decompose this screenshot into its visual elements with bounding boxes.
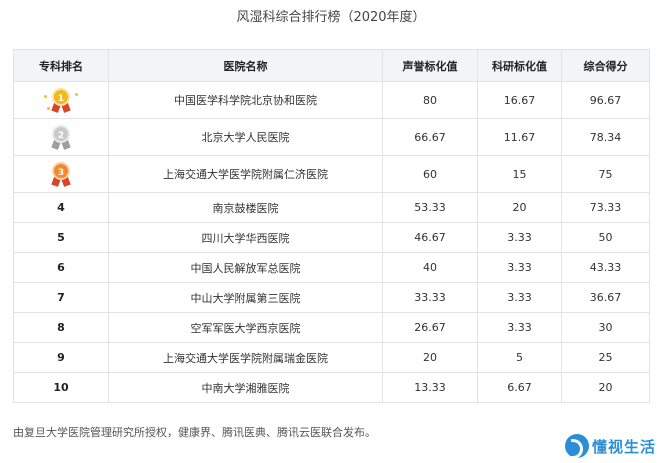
total-score: 30 <box>561 312 650 343</box>
hospital-name: 南京鼓楼医院 <box>108 192 383 223</box>
hospital-name: 中国人民解放军总医院 <box>108 252 383 283</box>
table-row: 5 四川大学华西医院 46.67 3.33 50 <box>13 222 650 253</box>
page-title: 风湿科综合排行榜（2020年度） <box>236 10 426 25</box>
total-score: 96.67 <box>561 81 650 119</box>
rank-cell: 2 <box>13 118 109 156</box>
research-value: 16.67 <box>477 81 562 119</box>
total-score: 20 <box>561 372 650 403</box>
research-value: 5 <box>477 342 562 373</box>
gold-medal-icon: 1 <box>44 87 78 113</box>
hospital-name: 上海交通大学医学院附属仁济医院 <box>108 155 383 193</box>
rank-cell: 1 <box>13 81 109 119</box>
reputation-value: 40 <box>382 252 478 283</box>
site-logo: 懂视生活 <box>564 434 656 459</box>
logo-d-icon <box>564 434 589 459</box>
hospital-name: 中南大学湘雅医院 <box>108 372 383 403</box>
ranking-table: 专科排名 医院名称 声誉标化值 科研标化值 综合得分 1 中国医学科学院北京协和… <box>13 49 650 403</box>
reputation-value: 20 <box>382 342 478 373</box>
total-score: 36.67 <box>561 282 650 313</box>
rank-cell: 4 <box>13 192 109 223</box>
research-value: 11.67 <box>477 118 562 156</box>
research-value: 3.33 <box>477 222 562 253</box>
table-row: 2 北京大学人民医院 66.67 11.67 78.34 <box>13 118 650 156</box>
total-score: 43.33 <box>561 252 650 283</box>
rank-cell: 10 <box>13 372 109 403</box>
table-header-row: 专科排名 医院名称 声誉标化值 科研标化值 综合得分 <box>13 49 650 82</box>
header-research: 科研标化值 <box>477 49 562 82</box>
research-value: 6.67 <box>477 372 562 403</box>
reputation-value: 60 <box>382 155 478 193</box>
header-total: 综合得分 <box>561 49 650 82</box>
rank-cell: 5 <box>13 222 109 253</box>
rank-cell: 9 <box>13 342 109 373</box>
total-score: 50 <box>561 222 650 253</box>
hospital-name: 四川大学华西医院 <box>108 222 383 253</box>
table-row: 3 上海交通大学医学院附属仁济医院 60 15 75 <box>13 155 650 193</box>
total-score: 25 <box>561 342 650 373</box>
total-score: 75 <box>561 155 650 193</box>
rank-cell: 3 <box>13 155 109 193</box>
rank-cell: 7 <box>13 282 109 313</box>
table-row: 9 上海交通大学医学院附属瑞金医院 20 5 25 <box>13 342 650 373</box>
research-value: 20 <box>477 192 562 223</box>
rank-cell: 6 <box>13 252 109 283</box>
reputation-value: 66.67 <box>382 118 478 156</box>
table-row: 1 中国医学科学院北京协和医院 80 16.67 96.67 <box>13 81 650 119</box>
reputation-value: 26.67 <box>382 312 478 343</box>
research-value: 3.33 <box>477 312 562 343</box>
research-value: 3.33 <box>477 282 562 313</box>
reputation-value: 33.33 <box>382 282 478 313</box>
table-row: 4 南京鼓楼医院 53.33 20 73.33 <box>13 192 650 223</box>
reputation-value: 53.33 <box>382 192 478 223</box>
reputation-value: 46.67 <box>382 222 478 253</box>
research-value: 15 <box>477 155 562 193</box>
table-row: 6 中国人民解放军总医院 40 3.33 43.33 <box>13 252 650 283</box>
table-row: 7 中山大学附属第三医院 33.33 3.33 36.67 <box>13 282 650 313</box>
hospital-name: 中国医学科学院北京协和医院 <box>108 81 383 119</box>
total-score: 73.33 <box>561 192 650 223</box>
silver-medal-icon: 2 <box>48 124 74 150</box>
table-row: 8 空军军医大学西京医院 26.67 3.33 30 <box>13 312 650 343</box>
logo-text: 懂视生活 <box>591 437 656 456</box>
research-value: 3.33 <box>477 252 562 283</box>
hospital-name: 空军军医大学西京医院 <box>108 312 383 343</box>
total-score: 78.34 <box>561 118 650 156</box>
header-reputation: 声誉标化值 <box>382 49 478 82</box>
table-body: 1 中国医学科学院北京协和医院 80 16.67 96.67 2 北京大学人民医… <box>13 81 650 403</box>
reputation-value: 80 <box>382 81 478 119</box>
rank-cell: 8 <box>13 312 109 343</box>
bronze-medal-icon: 3 <box>48 161 74 187</box>
header-rank: 专科排名 <box>13 49 109 82</box>
reputation-value: 13.33 <box>382 372 478 403</box>
hospital-name: 上海交通大学医学院附属瑞金医院 <box>108 342 383 373</box>
source-note: 由复旦大学医院管理研究所授权，健康界、腾讯医典、腾讯云医联合发布。 <box>13 426 376 439</box>
table-row: 10 中南大学湘雅医院 13.33 6.67 20 <box>13 372 650 403</box>
hospital-name: 北京大学人民医院 <box>108 118 383 156</box>
hospital-name: 中山大学附属第三医院 <box>108 282 383 313</box>
header-hospital: 医院名称 <box>108 49 383 82</box>
